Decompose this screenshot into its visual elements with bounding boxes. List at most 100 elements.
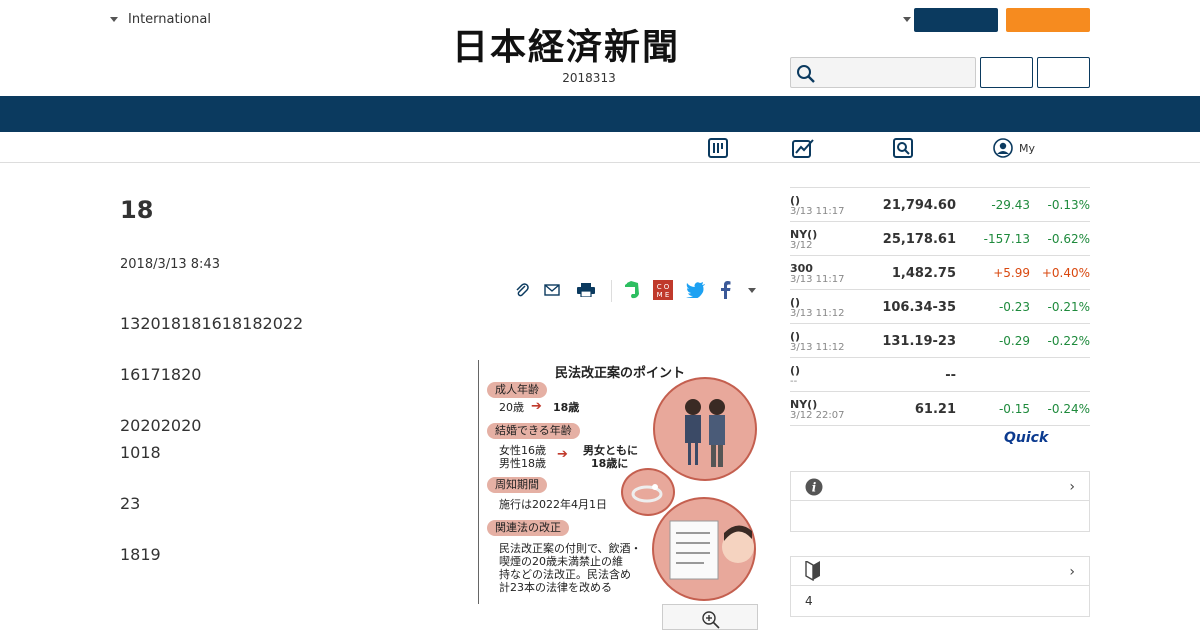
- subnav-paper[interactable]: [708, 137, 728, 159]
- caret-down-icon[interactable]: [903, 17, 911, 22]
- info-icon: i: [805, 478, 823, 496]
- svg-text:C O: C O: [657, 283, 670, 291]
- subnav-search[interactable]: [893, 137, 913, 159]
- market-time: 3/12: [790, 240, 813, 251]
- market-time: 3/13 11:17: [790, 274, 845, 285]
- search-doc-icon: [893, 138, 913, 158]
- market-time: 3/13 11:12: [790, 342, 845, 353]
- newspaper-icon: [708, 138, 728, 158]
- article-date: 2018/3/13 8:43: [120, 257, 220, 272]
- market-pct: -0.13%: [1047, 198, 1090, 212]
- evernote-icon: [625, 281, 639, 299]
- twitter-button[interactable]: [685, 279, 707, 301]
- chart-icon: [792, 139, 814, 158]
- mail-icon: [544, 284, 560, 296]
- figure-text: 女性16歳: [499, 444, 546, 457]
- market-value: 106.34-35: [882, 300, 956, 315]
- facebook-button[interactable]: [716, 279, 736, 301]
- search-icon: [797, 65, 815, 83]
- market-time: 3/12 22:07: [790, 410, 845, 421]
- market-pct: -0.22%: [1047, 334, 1090, 348]
- figure-text: 男性18歳: [499, 457, 546, 470]
- article-figure[interactable]: 民法改正案のポイント 成人年齢 20歳 ➔ 18歳 結婚できる年齢 女性16歳 …: [478, 360, 758, 604]
- article-paragraph: 1018: [120, 443, 161, 462]
- chevron-right-icon: ›: [1069, 564, 1075, 580]
- subnav-my[interactable]: My: [993, 137, 1035, 159]
- market-value: 21,794.60: [882, 198, 956, 213]
- subscribe-button[interactable]: [914, 8, 998, 32]
- twitter-icon: [686, 282, 705, 298]
- market-row[interactable]: NY() 3/12 22:07 61.21 -0.15 -0.24%: [790, 392, 1090, 426]
- market-value: 1,482.75: [891, 266, 956, 281]
- market-change: -29.43: [991, 198, 1030, 212]
- zoom-button[interactable]: [662, 604, 758, 630]
- subnav-market[interactable]: [792, 137, 816, 159]
- market-row[interactable]: () 3/13 11:12 106.34-35 -0.23 -0.21%: [790, 290, 1090, 324]
- market-change: -0.23: [998, 300, 1030, 314]
- evernote-button[interactable]: [621, 279, 643, 301]
- market-row[interactable]: 300 3/13 11:17 1,482.75 +5.99 +0.40%: [790, 256, 1090, 290]
- market-table: () 3/13 11:17 21,794.60 -29.43 -0.13% NY…: [790, 187, 1090, 426]
- figure-text: 喫煙の20歳未満禁止の維: [499, 555, 623, 568]
- login-button[interactable]: [980, 57, 1033, 88]
- article-paragraph: 23: [120, 494, 141, 513]
- quick-logo[interactable]: Quick: [1004, 430, 1048, 446]
- caret-down-icon: [110, 17, 118, 22]
- market-pct: -0.21%: [1047, 300, 1090, 314]
- mail-button[interactable]: [542, 279, 562, 301]
- figure-text: 民法改正案の付則で、飲酒・: [499, 542, 642, 555]
- market-change: +5.99: [993, 266, 1030, 280]
- figure-text: 持などの法改正。民法含め: [499, 568, 631, 581]
- edition-selector[interactable]: International: [110, 12, 211, 27]
- market-pct: +0.40%: [1041, 266, 1090, 280]
- market-row[interactable]: NY() 3/12 25,178.61 -157.13 -0.62%: [790, 222, 1090, 256]
- beginner-box-header[interactable]: ›: [791, 557, 1089, 586]
- market-change: -0.15: [998, 402, 1030, 416]
- market-time: 3/13 11:12: [790, 308, 845, 319]
- beginner-box-text: 4: [805, 594, 813, 608]
- facebook-icon: [721, 281, 731, 299]
- figure-section-label: 成人年齢: [487, 382, 547, 398]
- comme-icon: C O M E: [653, 280, 673, 300]
- article-paragraph: 1819: [120, 545, 161, 564]
- figure-section-label: 結婚できる年齢: [487, 423, 580, 439]
- article-paragraph: 20202020: [120, 416, 202, 435]
- market-pct: -0.24%: [1047, 402, 1090, 416]
- clip-button[interactable]: [512, 279, 532, 301]
- paperclip-icon: [516, 283, 529, 297]
- register-button[interactable]: [1037, 57, 1090, 88]
- market-change: -0.29: [998, 334, 1030, 348]
- arrow-icon: ➔: [531, 399, 542, 414]
- print-button[interactable]: [575, 279, 597, 301]
- comme-button[interactable]: C O M E: [652, 279, 674, 301]
- students-illustration: [653, 377, 757, 481]
- more-share-button[interactable]: [744, 279, 760, 301]
- site-logo[interactable]: 日本経済新聞: [452, 28, 748, 66]
- market-row[interactable]: () -- --: [790, 358, 1090, 392]
- search-input[interactable]: [790, 57, 976, 88]
- market-value: 61.21: [914, 402, 956, 417]
- info-box-header[interactable]: i ›: [791, 472, 1089, 501]
- caret-down-icon: [748, 287, 756, 293]
- arrow-icon: ➔: [557, 447, 568, 462]
- header-date: 2018313: [562, 71, 616, 85]
- chevron-right-icon: ›: [1069, 479, 1075, 495]
- market-change: -157.13: [983, 232, 1030, 246]
- market-time: 3/13 11:17: [790, 206, 845, 217]
- svg-text:M E: M E: [657, 291, 670, 299]
- article-paragraph: 16171820: [120, 365, 202, 384]
- beginner-box-body: 4: [791, 586, 1089, 616]
- divider: [611, 280, 612, 302]
- trial-button[interactable]: [1006, 8, 1090, 32]
- market-value: 131.19-23: [882, 334, 956, 349]
- figure-text: 施行は2022年4月1日: [499, 498, 607, 511]
- figure-text: 男女ともに: [583, 444, 638, 457]
- market-row[interactable]: () 3/13 11:12 131.19-23 -0.29 -0.22%: [790, 324, 1090, 358]
- edition-label: International: [128, 12, 211, 27]
- print-icon: [577, 283, 595, 297]
- market-row[interactable]: () 3/13 11:17 21,794.60 -29.43 -0.13%: [790, 188, 1090, 222]
- figure-text: 18歳: [553, 401, 580, 414]
- beginner-box: › 4: [790, 556, 1090, 617]
- figure-text: 計23本の法律を改める: [499, 581, 612, 594]
- info-box: i ›: [790, 471, 1090, 532]
